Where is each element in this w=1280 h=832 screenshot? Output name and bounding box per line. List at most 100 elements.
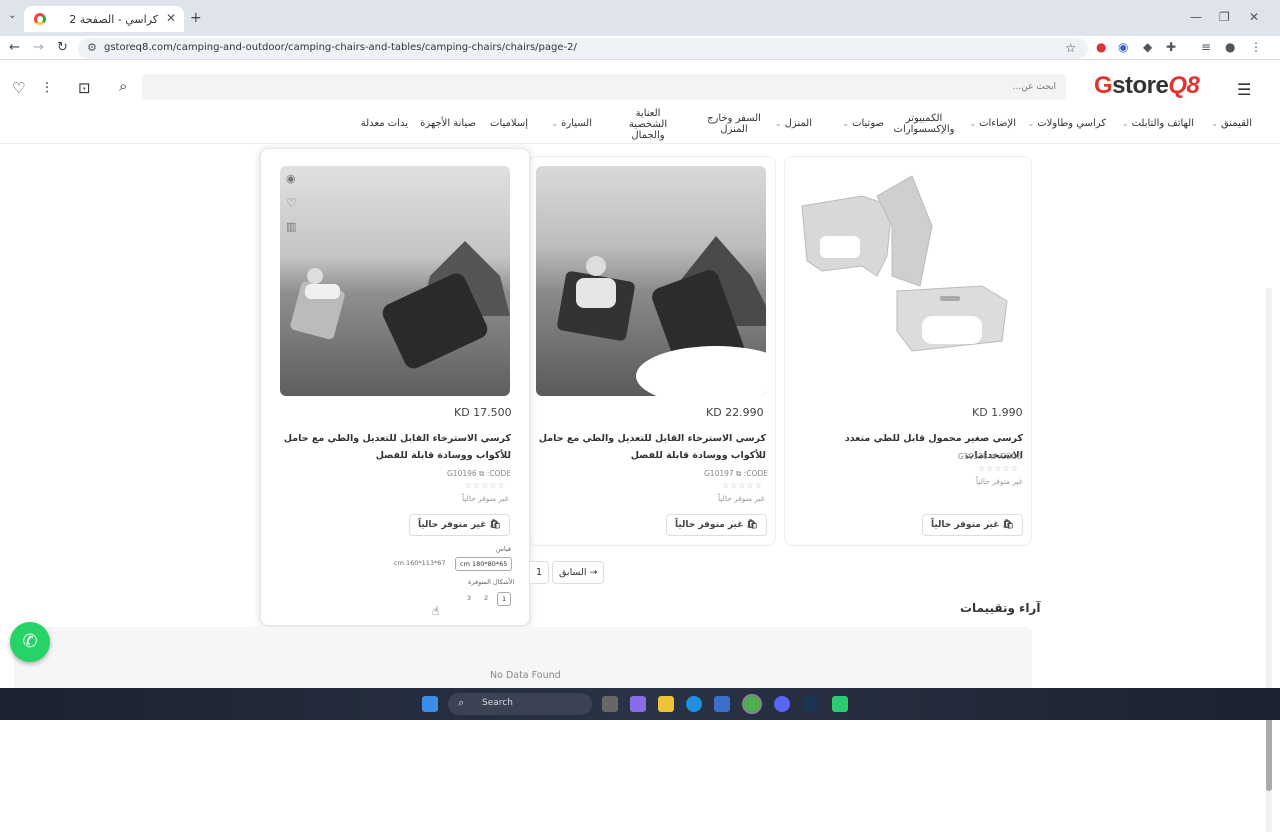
button-label: غير متوفر حالياً — [931, 520, 1000, 530]
close-window-button[interactable]: ✕ — [1249, 10, 1259, 24]
lounge-chair-image — [557, 236, 766, 396]
extension-icon-2[interactable]: ◆ — [1143, 40, 1152, 54]
extensions-puzzle-icon[interactable]: ✚ — [1166, 40, 1176, 54]
bookmark-star-icon[interactable]: ☆ — [1065, 41, 1076, 55]
browser-tab[interactable]: كراسي - الصفحة 2 ✕ — [24, 6, 184, 32]
product-image[interactable] — [536, 166, 766, 396]
product-title[interactable]: كرسي الاسترخاء القابل للتعديل والطي مع ح… — [281, 430, 511, 464]
product-title[interactable]: كرسي الاسترخاء القابل للتعديل والطي مع ح… — [538, 430, 766, 464]
site-info-icon[interactable]: ⚙ — [87, 41, 97, 54]
app-icon[interactable] — [832, 696, 848, 712]
site-logo[interactable]: GstoreQ8 — [1094, 72, 1200, 100]
category-label: صيانة الأجهزة — [420, 118, 476, 129]
size-option[interactable]: cm 160*113*67 — [390, 557, 450, 569]
mouse-cursor-icon: ☝ — [432, 604, 440, 618]
back-icon[interactable]: ← — [9, 40, 20, 55]
category-islamic[interactable]: إسلاميات — [490, 118, 528, 129]
chevron-down-icon: ⌄ — [1211, 119, 1218, 128]
category-lighting[interactable]: الإضاءات⌄ — [969, 118, 1016, 129]
category-label: يدات معدلة — [360, 118, 408, 129]
category-travel-outdoor[interactable]: السفر وخارج المنزل — [705, 113, 763, 135]
browser-tab-strip: ⌄ كراسي - الصفحة 2 ✕ + — ❐ ✕ — [0, 0, 1280, 36]
maximize-button[interactable]: ❐ — [1219, 10, 1230, 24]
category-gaming[interactable]: القيمنق⌄ — [1211, 118, 1252, 129]
taskbar-search[interactable]: ⌕ Search — [448, 693, 592, 715]
shape-option-selected[interactable]: 1 — [497, 592, 512, 606]
steam-icon[interactable] — [802, 696, 818, 712]
category-audio[interactable]: صوتيات⌄ — [842, 118, 884, 129]
prev-label: السابق — [559, 567, 587, 578]
category-label: المنزل — [784, 118, 812, 129]
new-tab-button[interactable]: + — [190, 10, 202, 26]
bag-icon: 🛍 — [486, 520, 501, 530]
reviews-title: آراء وتقييمات — [960, 601, 1041, 615]
category-personal-care[interactable]: العناية الشخصية والجمال — [623, 108, 673, 141]
out-of-stock-button[interactable]: 🛍 غير متوفر حالياً — [409, 514, 510, 536]
audio-extension-icon[interactable]: ◉ — [1118, 40, 1128, 54]
copilot-icon[interactable] — [630, 696, 646, 712]
category-label: الإضاءات — [979, 118, 1016, 129]
search-box[interactable] — [142, 74, 1066, 100]
media-control-icon[interactable]: ≡ — [1201, 40, 1211, 54]
category-home[interactable]: المنزل⌄ — [775, 118, 812, 129]
category-phones-tablets[interactable]: الهاتف والتابلت⌄ — [1122, 118, 1194, 129]
no-data-message: No Data Found — [490, 670, 561, 681]
out-of-stock-button[interactable]: 🛍 غير متوفر حالياً — [922, 514, 1023, 536]
hamburger-menu-icon[interactable]: ☰ — [1237, 80, 1251, 99]
category-chairs-tables[interactable]: كراسي وطاولات⌄ — [1028, 118, 1106, 129]
start-menu-icon[interactable] — [422, 696, 438, 712]
browser-menu-icon[interactable]: ⋮ — [1250, 40, 1262, 54]
reload-icon[interactable]: ↻ — [57, 40, 68, 55]
shape-option[interactable]: 3 — [463, 592, 476, 604]
search-input[interactable] — [142, 74, 1066, 100]
stock-status: غير متوفر حالياً — [462, 494, 509, 503]
cart-bag-icon[interactable]: ⊡ — [78, 79, 91, 97]
category-car[interactable]: السيارة⌄ — [551, 118, 592, 129]
compare-icon[interactable]: ⫶ — [45, 79, 49, 97]
category-device-repair[interactable]: صيانة الأجهزة — [420, 118, 476, 129]
main-content: KD 1.990 كرسي صغير محمول قابل للطي متعدد… — [0, 144, 1280, 832]
url-text: gstoreq8.com/camping-and-outdoor/camping… — [104, 42, 577, 53]
pagination-page-button[interactable]: 1 — [530, 561, 550, 584]
whatsapp-chat-button[interactable]: ✆ — [10, 622, 50, 662]
minimize-button[interactable]: — — [1190, 10, 1202, 24]
tab-search-icon[interactable]: ⌄ — [8, 10, 16, 21]
url-field[interactable]: ⚙ gstoreq8.com/camping-and-outdoor/campi… — [78, 38, 1088, 59]
stock-status: غير متوفر حالياً — [718, 494, 765, 503]
chevron-down-icon: ⌄ — [1121, 119, 1129, 128]
forward-icon[interactable]: → — [33, 40, 44, 55]
product-price: KD 22.990 — [706, 406, 764, 419]
windows-taskbar: ⌕ Search — [0, 688, 1280, 720]
chevron-down-icon: ⌄ — [774, 119, 782, 128]
shape-option[interactable]: 2 — [480, 592, 493, 604]
size-label: قياس — [496, 545, 511, 553]
search-icon[interactable]: ⌕ — [119, 77, 127, 95]
size-option-selected[interactable]: cm 180*80*65 — [455, 557, 513, 571]
extension-icon[interactable]: ● — [1096, 40, 1106, 54]
rating-stars: ☆☆☆☆☆ — [722, 481, 763, 490]
task-view-icon[interactable] — [602, 696, 618, 712]
tab-close-icon[interactable]: ✕ — [166, 11, 176, 25]
store-icon[interactable] — [714, 696, 730, 712]
edge-browser-icon[interactable] — [686, 696, 702, 712]
product-code: G10197 ⧉ :CODE — [704, 469, 768, 478]
file-explorer-icon[interactable] — [658, 696, 674, 712]
page-scrollbar[interactable] — [1266, 288, 1272, 832]
category-modified[interactable]: يدات معدلة — [361, 118, 408, 129]
profile-avatar-icon[interactable]: ● — [1225, 40, 1235, 54]
chevron-down-icon: ⌄ — [842, 119, 850, 128]
product-price: KD 1.990 — [972, 406, 1023, 419]
wishlist-heart-icon[interactable]: ♡ — [286, 196, 297, 210]
compare-chart-icon[interactable]: ▥ — [286, 220, 296, 233]
chrome-browser-icon[interactable] — [742, 694, 762, 714]
pagination-prev-button[interactable]: → السابق — [552, 561, 605, 584]
category-computers[interactable]: الكمبيوتر والإكسسوارات — [892, 113, 956, 135]
quick-view-eye-icon[interactable]: ◉ — [286, 172, 296, 185]
product-image[interactable] — [792, 166, 1022, 396]
wishlist-heart-icon[interactable]: ♡ — [12, 79, 25, 97]
out-of-stock-button[interactable]: 🛍 غير متوفر حالياً — [666, 514, 767, 536]
discord-icon[interactable] — [774, 696, 790, 712]
chevron-down-icon: ⌄ — [1027, 119, 1035, 128]
shapes-label: الأشكال المتوفرة — [468, 578, 515, 586]
product-image[interactable] — [280, 166, 510, 396]
